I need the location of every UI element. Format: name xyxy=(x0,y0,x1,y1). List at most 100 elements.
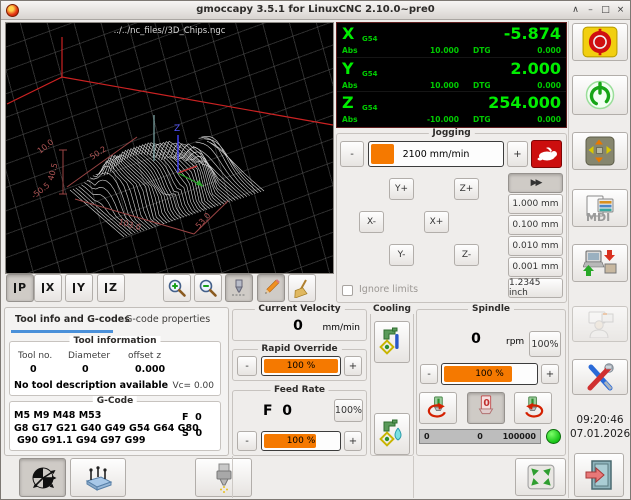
val-offset-z: 0.000 xyxy=(135,364,165,375)
gcode-title: G-Code xyxy=(93,396,137,406)
jog-z-minus-button[interactable]: Z- xyxy=(454,244,479,266)
rapid-override-slider[interactable]: 100 % xyxy=(261,356,341,376)
abs-value: -10.000 xyxy=(397,115,459,124)
rapid-plus-button[interactable]: + xyxy=(344,356,362,376)
spindle-left-button[interactable] xyxy=(419,392,457,424)
block-height-button[interactable] xyxy=(70,458,126,497)
ignore-limits-checkbox[interactable] xyxy=(342,285,353,296)
dtg-label: DTG xyxy=(473,46,491,55)
dro-row-z[interactable]: Z G54 254.000 Abs -10.000 DTG 0.000 xyxy=(337,92,566,127)
dtg-value: 0.000 xyxy=(537,46,561,55)
dro-panel[interactable]: X G54 -5.874 Abs 10.000 DTG 0.000 Y G54 … xyxy=(336,22,567,128)
auto-mode-button[interactable] xyxy=(572,244,628,282)
view-y-label: Y xyxy=(73,283,85,293)
rabbit-icon xyxy=(536,146,558,162)
feed-reset-button[interactable]: 100% xyxy=(334,399,363,422)
view-z-label: Z xyxy=(105,283,117,293)
feed-minus-button[interactable]: - xyxy=(237,431,257,451)
turtle-rabbit-toggle-button[interactable] xyxy=(531,140,562,168)
col-offset-z: offset z xyxy=(128,351,161,361)
estop-button[interactable] xyxy=(572,23,628,61)
show-tool-button[interactable] xyxy=(225,274,253,302)
toolpath-plot: 10.0 40.5 -50.5 50.2 103.0 53.0 Z xyxy=(6,23,333,273)
tool-measure-button[interactable] xyxy=(195,458,252,497)
view-y-button[interactable]: Y xyxy=(65,274,93,302)
minimize-button[interactable]: – xyxy=(584,4,597,17)
rapid-minus-button[interactable]: - xyxy=(237,356,257,376)
show-dimensions-button[interactable] xyxy=(257,274,285,302)
user-desk-icon xyxy=(585,310,615,338)
view-z-button[interactable]: Z xyxy=(97,274,125,302)
jog-speed-plus-button[interactable]: + xyxy=(507,141,528,167)
zoom-in-icon xyxy=(167,278,187,298)
dro-row-x[interactable]: X G54 -5.874 Abs 10.000 DTG 0.000 xyxy=(337,23,566,58)
dim-z-mid: 40.5 xyxy=(46,162,59,182)
close-button[interactable]: × xyxy=(614,4,627,17)
jog-increment-001mm-button[interactable]: 0.010 mm xyxy=(508,236,563,256)
jog-increment-inch-button[interactable]: 1.2345 inch xyxy=(508,278,563,298)
flood-coolant-button[interactable] xyxy=(374,413,410,455)
touch-off-button[interactable] xyxy=(19,458,66,497)
tool-icon xyxy=(229,278,249,298)
abs-label: Abs xyxy=(342,46,358,55)
machine-limits xyxy=(7,37,333,125)
dro-row-y[interactable]: Y G54 2.000 Abs 10.000 DTG 0.000 xyxy=(337,58,566,93)
jog-speed-minus-button[interactable]: - xyxy=(340,141,364,167)
settings-button[interactable] xyxy=(572,359,628,395)
jog-increment-1mm-button[interactable]: 1.000 mm xyxy=(508,194,563,214)
jog-increment-continuous-button[interactable]: ▶▶ xyxy=(508,173,563,193)
jog-y-minus-button[interactable]: Y- xyxy=(389,244,414,266)
jog-increment-01mm-button[interactable]: 0.100 mm xyxy=(508,215,563,235)
exit-button[interactable] xyxy=(574,453,624,497)
axis-letter: X xyxy=(342,24,354,43)
machine-on-button[interactable] xyxy=(572,75,628,115)
tab-tool-info[interactable]: Tool info and G-codes xyxy=(15,314,130,325)
spindle-cw-icon xyxy=(516,394,550,422)
tool-information-frame: Tool information Tool no. Diameter offse… xyxy=(9,341,221,396)
feed-rate-title: Feed Rate xyxy=(270,385,329,395)
dtg-value: 0.000 xyxy=(537,115,561,124)
view-perspective-button[interactable]: P xyxy=(6,274,34,302)
tab-gcode-properties[interactable]: G-code properties xyxy=(125,314,210,325)
feed-override-slider[interactable]: 100 % xyxy=(261,431,341,451)
jog-x-plus-button[interactable]: X+ xyxy=(424,211,449,233)
window-title: gmoccapy 3.5.1 for LinuxCNC 2.10.0~pre0 xyxy=(1,4,630,15)
zoom-in-button[interactable] xyxy=(163,274,191,302)
gremlin-preview[interactable]: 10.0 40.5 -50.5 50.2 103.0 53.0 Z ../../… xyxy=(5,22,334,274)
mist-coolant-button[interactable] xyxy=(374,321,410,363)
mdi-mode-button[interactable]: MDI xyxy=(572,189,628,227)
jog-increment-0001mm-button[interactable]: 0.001 mm xyxy=(508,257,563,277)
spindle-override-value: 100 % xyxy=(442,364,537,384)
mist-icon xyxy=(379,325,405,359)
view-x-button[interactable]: X xyxy=(34,274,62,302)
spindle-stop-button[interactable]: 0 xyxy=(467,392,505,424)
tab-active-underline xyxy=(11,330,113,333)
maximize-button[interactable]: □ xyxy=(599,4,612,17)
abs-value: 10.000 xyxy=(397,81,459,90)
jog-speed-slider[interactable]: 2100 mm/min xyxy=(368,141,504,167)
spindle-title: Spindle xyxy=(468,304,514,314)
jog-x-minus-button[interactable]: X- xyxy=(359,211,384,233)
jog-speed-value: 2100 mm/min xyxy=(369,142,503,166)
spindle-reset-button[interactable]: 100% xyxy=(529,331,561,357)
jog-z-plus-button[interactable]: Z+ xyxy=(454,178,479,200)
manual-mode-button[interactable] xyxy=(572,132,628,170)
fullscreen-button[interactable] xyxy=(515,458,566,496)
jog-y-plus-button[interactable]: Y+ xyxy=(389,178,414,200)
cooling-title: Cooling xyxy=(369,304,415,314)
tool-description: No tool description available xyxy=(14,380,168,391)
zoom-out-button[interactable] xyxy=(194,274,222,302)
feed-plus-button[interactable]: + xyxy=(344,431,362,451)
spindle-plus-button[interactable]: + xyxy=(541,364,559,384)
active-m-codes: M5 M9 M48 M53 xyxy=(14,410,101,421)
shade-window-button[interactable]: ∧ xyxy=(569,4,582,17)
flood-icon xyxy=(379,417,405,451)
spindle-right-button[interactable] xyxy=(514,392,552,424)
ignore-limits-label: Ignore limits xyxy=(359,284,418,295)
clear-plot-button[interactable] xyxy=(288,274,316,302)
spindle-override-slider[interactable]: 100 % xyxy=(441,363,538,385)
run-program-icon xyxy=(583,248,617,278)
title-bar: gmoccapy 3.5.1 for LinuxCNC 2.10.0~pre0 … xyxy=(1,1,630,20)
spindle-minus-button[interactable]: - xyxy=(420,364,438,384)
active-feed: F 0 xyxy=(182,412,202,423)
